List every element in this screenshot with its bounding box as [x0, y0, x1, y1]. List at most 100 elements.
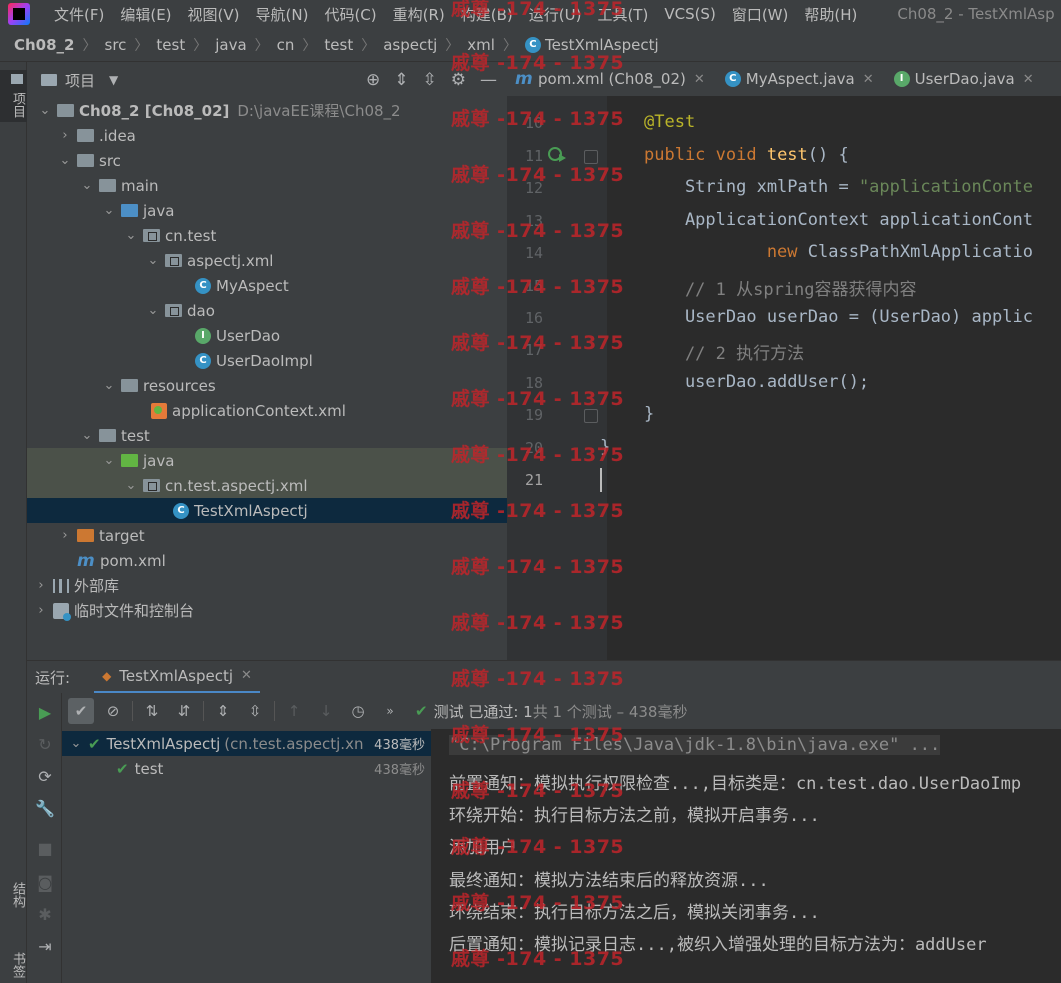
test-suite-row[interactable]: ⌄ ✔ TestXmlAspectj (cn.test.aspectj.xn 4… [62, 731, 431, 756]
chevron-down-icon[interactable]: ⌄ [145, 303, 161, 318]
side-tab-bookmarks-label: 书签 [10, 952, 25, 978]
chevron-down-icon[interactable]: ⌄ [37, 103, 53, 118]
chevron-right-icon[interactable]: › [33, 578, 49, 593]
menu-view[interactable]: 视图(V) [188, 4, 240, 25]
close-icon[interactable]: ✕ [241, 668, 252, 683]
tree-item-dao[interactable]: ⌄ dao [27, 298, 507, 323]
code-editor[interactable]: m pom.xml (Ch08_02) ✕ C MyAspect.java ✕ … [507, 62, 1061, 660]
tree-item-resources[interactable]: ⌄ resources [27, 373, 507, 398]
close-icon[interactable]: ✕ [694, 72, 705, 87]
chevron-down-icon[interactable]: ⌄ [79, 428, 95, 443]
tree-item-project-root[interactable]: ⌄ Ch08_2 [Ch08_02] D:\javaEE课程\Ch08_2 [27, 98, 507, 123]
tree-item-myaspect[interactable]: C MyAspect [27, 273, 507, 298]
tab-myaspect[interactable]: C MyAspect.java ✕ [717, 62, 886, 96]
chevron-down-icon[interactable]: ⌄ [123, 228, 139, 243]
tree-item-cn-test-aspectj-xml[interactable]: ⌄ cn.test.aspectj.xml [27, 473, 507, 498]
breadcrumb-item[interactable]: test [324, 36, 353, 54]
tree-item-userdaoimpl[interactable]: C UserDaoImpl [27, 348, 507, 373]
menu-help[interactable]: 帮助(H) [804, 4, 857, 25]
locate-icon[interactable]: ⊕ [366, 70, 380, 90]
chevron-down-icon[interactable]: ⌄ [68, 736, 84, 751]
chevron-right-icon[interactable]: › [33, 603, 49, 618]
tree-item-idea[interactable]: › .idea [27, 123, 507, 148]
menu-file[interactable]: 文件(F) [54, 4, 104, 25]
tree-item-pom[interactable]: m pom.xml [27, 548, 507, 573]
tree-item-testxmlaspectj[interactable]: C TestXmlAspectj [27, 498, 507, 523]
menu-run[interactable]: 运行(U) [529, 4, 582, 25]
menu-refactor[interactable]: 重构(R) [393, 4, 445, 25]
console-output[interactable]: "C:\Program Files\Java\jdk-1.8\bin\java.… [431, 729, 1061, 983]
menu-build[interactable]: 构建(B) [461, 4, 513, 25]
run-tab[interactable]: ◆ TestXmlAspectj ✕ [94, 661, 260, 694]
exit-icon[interactable]: ⇥ [35, 937, 55, 957]
tree-item-cn-test[interactable]: ⌄ cn.test [27, 223, 507, 248]
rerun-icon[interactable]: ▶ [35, 703, 55, 723]
chevron-down-icon[interactable]: ⌄ [123, 478, 139, 493]
tree-item-applicationcontext[interactable]: applicationContext.xml [27, 398, 507, 423]
breadcrumb-item[interactable]: Ch08_2 [14, 36, 75, 54]
tab-pom-xml[interactable]: m pom.xml (Ch08_02) ✕ [507, 62, 717, 96]
menu-edit[interactable]: 编辑(E) [120, 4, 171, 25]
menu-tools[interactable]: 工具(T) [597, 4, 648, 25]
tree-item-scratches[interactable]: › 临时文件和控制台 [27, 598, 507, 623]
tab-userdao[interactable]: I UserDao.java ✕ [886, 62, 1046, 96]
menu-window[interactable]: 窗口(W) [732, 4, 789, 25]
fold-icon[interactable] [584, 409, 598, 423]
show-passed-icon[interactable]: ✔ [68, 698, 94, 724]
expand-all-icon[interactable]: ⇕ [210, 698, 236, 724]
tree-item-test-java[interactable]: ⌄ java [27, 448, 507, 473]
breadcrumb-item[interactable]: java [215, 36, 246, 54]
tree-item-userdao[interactable]: I UserDao [27, 323, 507, 348]
chevron-down-icon[interactable]: ⌄ [145, 253, 161, 268]
chevron-down-icon[interactable]: ⌄ [101, 203, 117, 218]
close-icon[interactable]: ✕ [1023, 72, 1034, 87]
chevron-down-icon[interactable]: ⌄ [101, 453, 117, 468]
menu-navigate[interactable]: 导航(N) [256, 4, 309, 25]
code-line: public void test() { [644, 145, 849, 165]
tree-item-main-java[interactable]: ⌄ java [27, 198, 507, 223]
app-logo-icon[interactable] [8, 3, 30, 25]
test-case-row[interactable]: ✔ test 438毫秒 [62, 756, 431, 781]
chevron-down-icon[interactable]: ▼ [109, 73, 118, 87]
chevron-right-icon[interactable]: › [57, 128, 73, 143]
history-icon[interactable]: ◷ [345, 698, 371, 724]
menu-code[interactable]: 代码(C) [324, 4, 376, 25]
chevron-down-icon[interactable]: ⌄ [101, 378, 117, 393]
breadcrumb-item[interactable]: cn [277, 36, 295, 54]
tree-item-aspectj-xml[interactable]: ⌄ aspectj.xml [27, 248, 507, 273]
more-icon[interactable]: » [377, 698, 403, 724]
gear-icon[interactable]: ⚙ [451, 70, 466, 90]
sort-alpha-icon[interactable]: ⇅ [139, 698, 165, 724]
sort-duration-icon[interactable]: ⇵ [171, 698, 197, 724]
breadcrumb-item[interactable]: TestXmlAspectj [545, 36, 659, 54]
chevron-down-icon[interactable]: ⌄ [79, 178, 95, 193]
collapse-all-icon[interactable]: ⇳ [423, 70, 437, 90]
expand-all-icon[interactable]: ⇕ [394, 70, 408, 90]
toggle-auto-test-icon[interactable]: ⟳ [35, 767, 55, 787]
breadcrumb-item[interactable]: aspectj [383, 36, 437, 54]
tree-item-test[interactable]: ⌄ test [27, 423, 507, 448]
tree-item-target[interactable]: › target [27, 523, 507, 548]
side-tab-structure[interactable]: 结构 [0, 882, 27, 908]
side-tab-bookmarks[interactable]: 书签 [0, 952, 27, 978]
collapse-all-icon[interactable]: ⇳ [242, 698, 268, 724]
chevron-right-icon[interactable]: › [57, 528, 73, 543]
run-test-gutter-icon[interactable] [547, 146, 567, 164]
show-ignored-icon[interactable]: ⊘ [100, 698, 126, 724]
console-command-line[interactable]: "C:\Program Files\Java\jdk-1.8\bin\java.… [449, 735, 941, 755]
project-panel-title[interactable]: 项目 [65, 70, 95, 91]
breadcrumb-item[interactable]: src [105, 36, 127, 54]
fold-icon[interactable] [584, 150, 598, 164]
chevron-right-icon: 〉 [134, 37, 149, 54]
tree-item-external-libraries[interactable]: › 外部库 [27, 573, 507, 598]
close-icon[interactable]: ✕ [863, 72, 874, 87]
chevron-down-icon[interactable]: ⌄ [57, 153, 73, 168]
minimize-icon[interactable]: — [480, 70, 497, 90]
breadcrumb-item[interactable]: test [156, 36, 185, 54]
tree-item-main[interactable]: ⌄ main [27, 173, 507, 198]
menu-vcs[interactable]: VCS(S) [664, 5, 715, 23]
breadcrumb-item[interactable]: xml [467, 36, 495, 54]
side-tab-project[interactable]: 项目 [0, 70, 27, 122]
wrench-icon[interactable]: 🔧 [35, 799, 55, 819]
tree-item-src[interactable]: ⌄ src [27, 148, 507, 173]
